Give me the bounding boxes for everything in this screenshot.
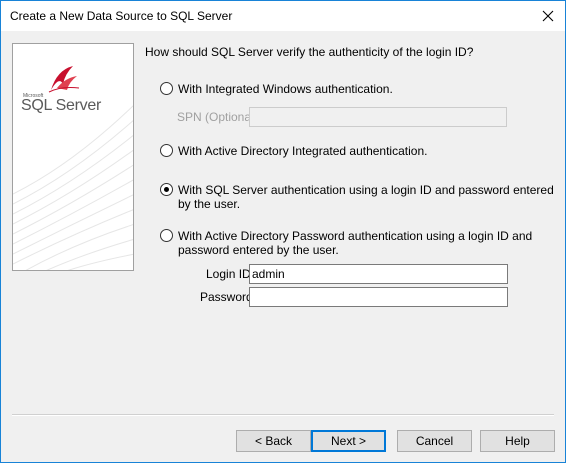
password-input[interactable] — [249, 287, 508, 307]
auth-question: How should SQL Server verify the authent… — [145, 45, 474, 59]
close-button[interactable] — [531, 1, 565, 31]
option-sql-server-auth[interactable]: With SQL Server authentication using a l… — [160, 183, 554, 211]
option-ad-password[interactable]: With Active Directory Password authentic… — [160, 229, 532, 257]
back-button[interactable]: < Back — [236, 430, 311, 452]
title-bar: Create a New Data Source to SQL Server — [1, 1, 565, 31]
sql-server-side-panel: Microsoft SQL Server — [12, 43, 134, 271]
sql-server-logo: Microsoft SQL Server — [21, 64, 101, 120]
dialog-client-area: Microsoft SQL Server How should SQL Serv… — [1, 31, 565, 462]
help-button[interactable]: Help — [480, 430, 555, 452]
logo-product-text: SQL Server — [21, 97, 101, 114]
option-ad-password-label-line1: With Active Directory Password authentic… — [178, 229, 533, 243]
option-integrated-windows-label: With Integrated Windows authentication. — [178, 82, 393, 96]
close-icon — [542, 10, 554, 22]
option-sql-server-auth-label-line1: With SQL Server authentication using a l… — [178, 183, 554, 197]
login-id-input[interactable]: admin — [249, 264, 508, 284]
option-ad-integrated-label: With Active Directory Integrated authent… — [178, 144, 428, 158]
option-ad-password-label: With Active Directory Password authentic… — [178, 229, 532, 257]
sql-server-logo-icon — [48, 66, 80, 93]
option-sql-server-auth-label: With SQL Server authentication using a l… — [178, 183, 554, 211]
password-label: Password: — [200, 290, 257, 304]
option-integrated-windows[interactable]: With Integrated Windows authentication. — [160, 82, 393, 96]
option-sql-server-auth-label-line2: by the user. — [178, 197, 241, 211]
spn-input[interactable] — [249, 107, 507, 127]
radio-ad-integrated[interactable] — [160, 144, 173, 157]
next-button[interactable]: Next > — [311, 430, 386, 452]
cancel-button[interactable]: Cancel — [397, 430, 472, 452]
radio-sql-server-auth[interactable] — [160, 183, 173, 196]
radio-integrated-windows[interactable] — [160, 82, 173, 95]
option-ad-password-label-line2: password entered by the user. — [178, 243, 339, 257]
radio-ad-password[interactable] — [160, 229, 173, 242]
button-separator — [12, 414, 554, 416]
option-ad-integrated[interactable]: With Active Directory Integrated authent… — [160, 144, 427, 158]
login-id-label: Login ID: — [206, 267, 255, 281]
dialog-window: Create a New Data Source to SQL Server M… — [0, 0, 566, 463]
window-title: Create a New Data Source to SQL Server — [10, 9, 233, 23]
